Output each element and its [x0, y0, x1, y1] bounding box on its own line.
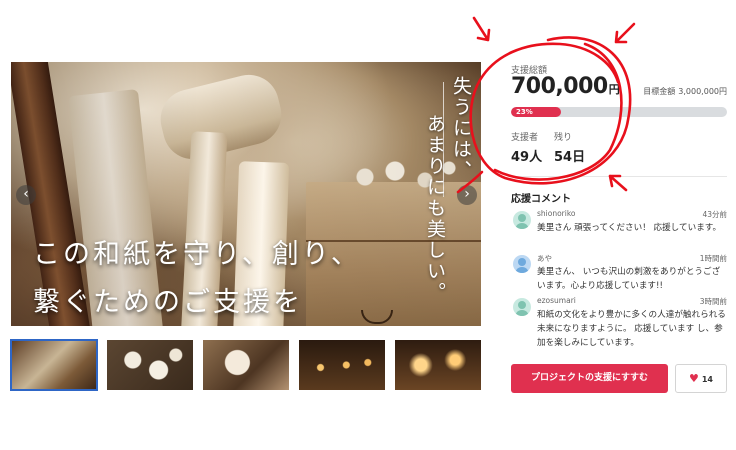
- hero-image: 失うには、 あまりにも美しい。 この和紙を守り、創り、 繋ぐためのご支援を ‹ …: [11, 62, 481, 326]
- remaining-label: 残り: [554, 133, 573, 143]
- hero-headline-line2: 繋ぐためのご支援を: [33, 287, 303, 318]
- supporters-label: 支援者: [511, 133, 539, 143]
- carousel-prev-button[interactable]: ‹: [16, 185, 36, 205]
- thumbnail-4[interactable]: [299, 340, 385, 390]
- comments-title: 応援コメント: [511, 194, 571, 205]
- hero-headline-line1: この和紙を守り、創り、: [33, 239, 361, 270]
- comment-author: あや: [537, 254, 552, 263]
- divider: [511, 176, 727, 177]
- comment-time: 43分前: [702, 210, 727, 219]
- heart-icon: ♥: [688, 372, 699, 385]
- thumbnail-2[interactable]: [107, 340, 193, 390]
- comment-time: 1時間前: [699, 254, 727, 263]
- thumbnail-strip: [10, 339, 481, 391]
- favorite-count: 14: [701, 375, 713, 384]
- comment-time: 3時間前: [699, 297, 727, 306]
- comment-author: shionoriko: [537, 209, 576, 218]
- goal-label: 目標金額: [643, 87, 676, 96]
- total-amount-unit: 円: [608, 83, 620, 96]
- comment-text: 美里さん、 いつも沢山の刺激をありがとうございます。心より応援しています!!: [537, 267, 721, 291]
- supporters-value: 49人: [511, 150, 543, 165]
- avatar: [513, 255, 531, 273]
- carousel-next-button[interactable]: ›: [457, 185, 477, 205]
- progress-bar: 23%: [511, 107, 727, 117]
- comment-author: ezosumari: [537, 296, 576, 305]
- thumbnail-3[interactable]: [203, 340, 289, 390]
- total-amount-value: 700,000: [511, 74, 608, 99]
- avatar: [513, 211, 531, 229]
- annotation-arrow-topleft: [472, 16, 491, 42]
- favorite-button[interactable]: ♥ 14: [675, 364, 727, 393]
- support-project-button[interactable]: プロジェクトの支援にすすむ: [511, 364, 668, 393]
- goal-amount: 目標金額 3,000,000円: [643, 86, 727, 97]
- total-amount: 700,000円: [511, 74, 620, 99]
- comment-text: 美里さん 頑張ってください！ 応援しています。: [537, 223, 722, 233]
- hero-vertical-line1: 失うには、: [450, 76, 472, 181]
- supporters-stat: 支援者 49人: [511, 130, 542, 165]
- thumbnail-1[interactable]: [10, 339, 98, 391]
- funding-panel: 支援総額 700,000円 目標金額 3,000,000円 23% 支援者 49人…: [511, 0, 727, 450]
- remaining-value: 54日: [554, 150, 586, 165]
- chevron-right-icon: ›: [464, 186, 470, 202]
- chevron-left-icon: ‹: [23, 186, 29, 202]
- hero-vertical-line2: あまりにも美しい。: [424, 114, 446, 303]
- goal-value: 3,000,000円: [678, 87, 727, 96]
- thumbnail-5[interactable]: [395, 340, 481, 390]
- avatar: [513, 298, 531, 316]
- remaining-stat: 残り 54日: [554, 130, 585, 165]
- comment-text: 和紙の文化をより豊かに多くの人達が触れられる未来になりますように。 応援していま…: [537, 310, 726, 348]
- progress-percent: 23%: [516, 108, 533, 116]
